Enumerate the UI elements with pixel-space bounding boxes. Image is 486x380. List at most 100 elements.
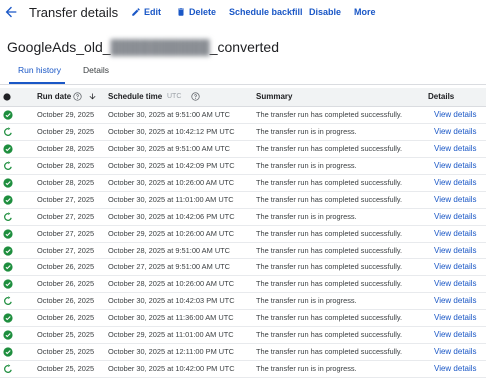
more-label: More (354, 7, 376, 17)
schedule-time-cell: October 29, 2025 at 10:26:00 AM UTC (108, 228, 235, 238)
check-circle-icon (3, 245, 13, 256)
arrow-down-icon[interactable] (88, 92, 97, 101)
column-summary: Summary (256, 92, 293, 101)
disable-button[interactable]: Disable (309, 7, 341, 17)
trash-icon (178, 8, 184, 16)
run-date-cell: October 26, 2025 (37, 296, 95, 306)
table-row: October 26, 2025 October 30, 2025 at 10:4… (0, 293, 486, 311)
view-details-link[interactable]: View details (434, 195, 477, 204)
view-details-link[interactable]: View details (434, 212, 477, 221)
schedule-time-cell: October 30, 2025 at 10:42:06 PM UTC (108, 211, 235, 221)
column-details: Details (428, 92, 455, 101)
view-details-link[interactable]: View details (434, 110, 477, 119)
table-row: October 27, 2025 October 30, 2025 at 10:4… (0, 209, 486, 226)
table-header: Run date Schedule time UTC Summary Detai… (0, 88, 486, 107)
run-date-cell: October 26, 2025 (37, 279, 95, 289)
table-row: October 29, 2025 October 30, 2025 at 10:4… (0, 124, 486, 141)
table-row: October 26, 2025 October 27, 2025 at 9:51… (0, 259, 486, 277)
table-row: October 26, 2025 October 30, 2025 at 11:3… (0, 310, 486, 328)
schedule-time-cell: October 30, 2025 at 9:51:00 AM UTC (108, 143, 231, 153)
more-button[interactable]: More (354, 7, 376, 17)
schedule-backfill-label: Schedule backfill (229, 7, 303, 17)
summary-cell: The transfer run is in progress. (256, 211, 357, 221)
run-date-cell: October 27, 2025 (37, 228, 95, 238)
check-circle-icon (3, 313, 13, 323)
view-details-link[interactable]: View details (434, 364, 477, 373)
column-run-date[interactable]: Run date (37, 92, 71, 101)
run-date-cell: October 27, 2025 (37, 194, 95, 204)
summary-cell: The transfer run has completed successfu… (256, 330, 403, 340)
table-row: October 27, 2025 October 29, 2025 at 10:2… (0, 226, 486, 243)
view-details-link[interactable]: View details (434, 178, 477, 187)
view-details-link[interactable]: View details (434, 262, 477, 271)
transfer-name-suffix: _converted (209, 39, 280, 55)
run-date-cell: October 25, 2025 (37, 330, 95, 340)
view-details-link[interactable]: View details (434, 347, 477, 356)
run-date-cell: October 27, 2025 (37, 245, 95, 255)
active-tab-indicator (9, 82, 65, 84)
check-circle-icon (3, 262, 13, 273)
pencil-icon (132, 8, 140, 16)
run-date-cell: October 27, 2025 (37, 211, 95, 221)
table-row: October 27, 2025 October 28, 2025 at 9:51… (0, 243, 486, 260)
edit-label: Edit (144, 7, 161, 17)
table-row: October 25, 2025 October 29, 2025 at 11:0… (0, 327, 486, 345)
table-row: October 25, 2025 October 30, 2025 at 10:4… (0, 361, 486, 378)
schedule-time-cell: October 30, 2025 at 10:26:00 AM UTC (108, 177, 235, 187)
view-details-link[interactable]: View details (434, 144, 477, 153)
check-circle-icon (3, 110, 13, 120)
schedule-time-cell: October 30, 2025 at 10:42:09 PM UTC (108, 160, 235, 170)
check-circle-icon (3, 347, 13, 357)
delete-button[interactable]: Delete (176, 7, 216, 17)
refresh-icon (4, 161, 12, 170)
run-date-cell: October 28, 2025 (37, 177, 95, 187)
refresh-icon (4, 127, 12, 136)
table-row: October 26, 2025 October 28, 2025 at 10:2… (0, 276, 486, 294)
schedule-time-cell: October 30, 2025 at 12:11:00 PM UTC (108, 347, 234, 357)
edit-button[interactable]: Edit (131, 7, 161, 17)
table-row: October 28, 2025 October 30, 2025 at 10:4… (0, 158, 486, 175)
refresh-icon (4, 364, 12, 374)
view-details-link[interactable]: View details (434, 161, 477, 170)
transfer-name-prefix: GoogleAds_old_ (7, 39, 111, 55)
schedule-time-cell: October 30, 2025 at 10:42:00 PM UTC (108, 364, 235, 374)
transfer-name: GoogleAds_old_██████████_converted (7, 39, 279, 55)
view-details-link[interactable]: View details (434, 296, 477, 305)
run-history-table: October 29, 2025 October 30, 2025 at 9:51… (0, 107, 486, 378)
view-details-link[interactable]: View details (434, 330, 477, 339)
tab-run-history[interactable]: Run history (18, 65, 61, 75)
page-title: Transfer details (29, 5, 119, 20)
summary-cell: The transfer run has completed successfu… (256, 194, 403, 204)
check-circle-icon (3, 195, 13, 205)
run-date-cell: October 28, 2025 (37, 143, 95, 153)
arrow-left-icon[interactable] (3, 4, 19, 20)
table-row: October 27, 2025 October 30, 2025 at 11:0… (0, 192, 486, 209)
run-date-cell: October 29, 2025 (37, 126, 95, 136)
table-row: October 29, 2025 October 30, 2025 at 9:51… (0, 107, 486, 124)
tab-divider (0, 84, 486, 85)
help-circle-icon[interactable] (73, 92, 82, 101)
table-row: October 28, 2025 October 30, 2025 at 9:51… (0, 141, 486, 158)
view-details-link[interactable]: View details (434, 127, 477, 136)
view-details-link[interactable]: View details (434, 313, 477, 322)
tab-details[interactable]: Details (83, 65, 109, 75)
help-circle-icon[interactable] (191, 92, 200, 101)
check-circle-icon (3, 178, 13, 188)
view-details-link[interactable]: View details (434, 279, 477, 288)
schedule-time-cell: October 30, 2025 at 10:42:12 PM UTC (108, 126, 235, 136)
summary-cell: The transfer run has completed successfu… (256, 347, 403, 357)
summary-cell: The transfer run has completed successfu… (256, 177, 403, 187)
view-details-link[interactable]: View details (434, 229, 477, 238)
check-circle-icon (3, 144, 13, 154)
run-date-cell: October 28, 2025 (37, 160, 95, 170)
redacted-segment: ██████████ (110, 39, 210, 55)
summary-cell: The transfer run has completed successfu… (256, 110, 403, 119)
summary-cell: The transfer run has completed successfu… (256, 228, 403, 238)
run-date-cell: October 26, 2025 (37, 262, 95, 272)
schedule-backfill-button[interactable]: Schedule backfill (229, 7, 303, 17)
summary-cell: The transfer run is in progress. (256, 160, 357, 170)
schedule-time-cell: October 28, 2025 at 9:51:00 AM UTC (108, 245, 231, 255)
delete-label: Delete (189, 7, 217, 17)
view-details-link[interactable]: View details (434, 246, 477, 255)
utc-label: UTC (167, 93, 182, 100)
